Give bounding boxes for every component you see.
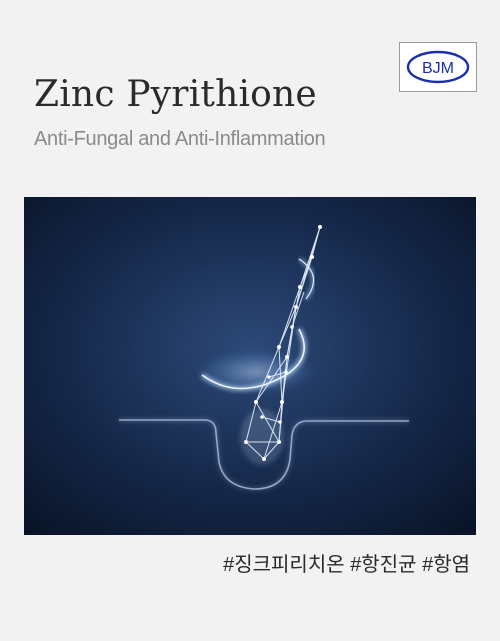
hair-follicle-icon bbox=[24, 197, 476, 535]
hero-illustration bbox=[24, 197, 476, 535]
page-subtitle: Anti-Fungal and Anti-Inflammation bbox=[34, 128, 326, 150]
page-title: Zinc Pyrithione bbox=[34, 74, 317, 115]
hashtags: #징크피리치온 #항진균 #항염 bbox=[223, 554, 470, 576]
bjm-logo-icon: BJM bbox=[406, 50, 470, 84]
logo-text: BJM bbox=[422, 60, 454, 77]
bjm-logo: BJM bbox=[399, 42, 477, 92]
